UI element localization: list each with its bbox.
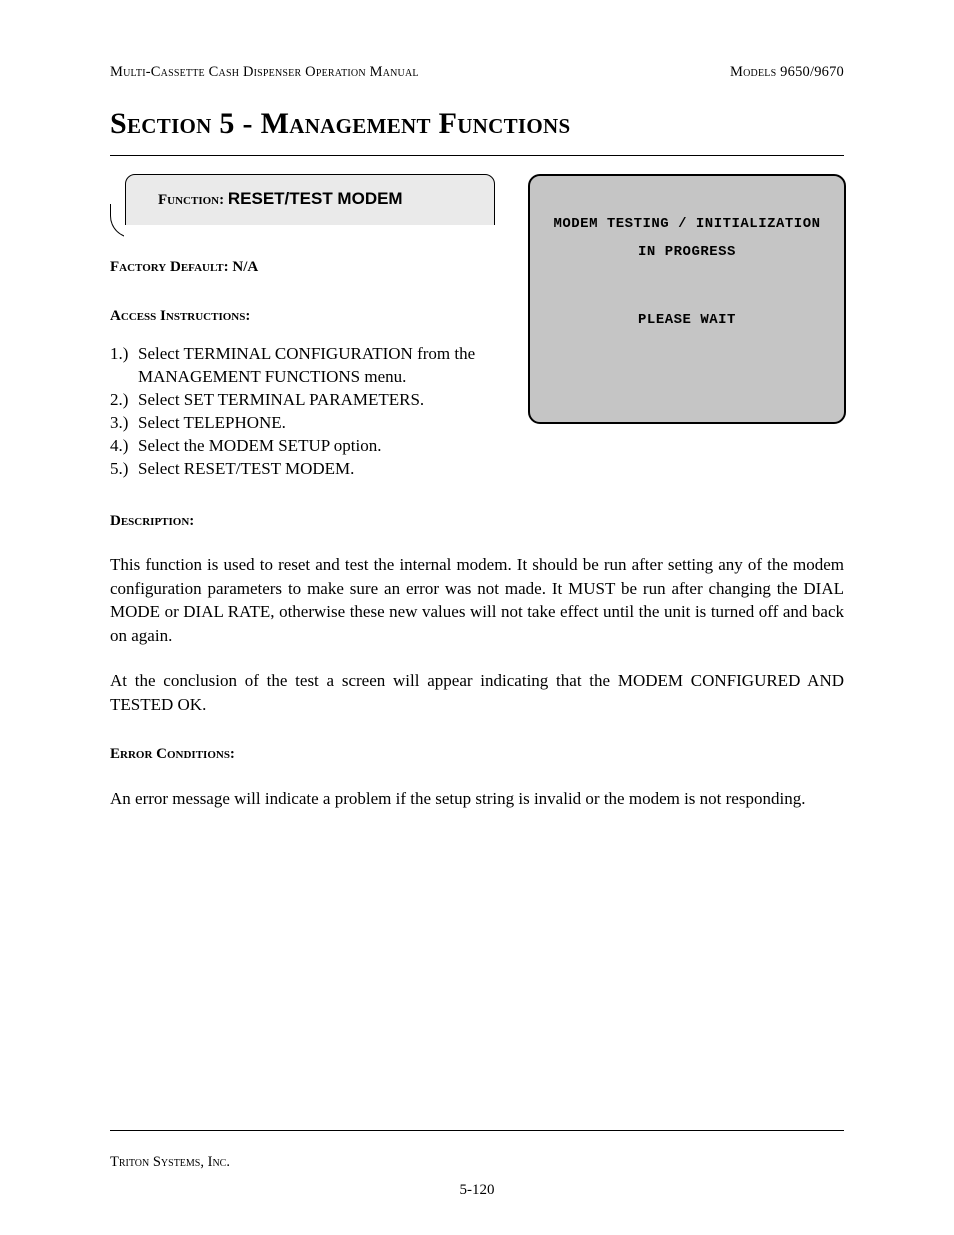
step-3: 3.) Select TELEPHONE. [110, 412, 518, 435]
step-1-num: 1.) [110, 343, 138, 389]
step-1: 1.) Select TERMINAL CONFIGURATION from t… [110, 343, 518, 389]
step-4-num: 4.) [110, 435, 138, 458]
function-title-box: Function: RESET/TEST MODEM [110, 174, 500, 234]
header-left: Multi-Cassette Cash Dispenser Operation … [110, 64, 419, 81]
step-3-num: 3.) [110, 412, 138, 435]
step-4-text: Select the MODEM SETUP option. [138, 435, 844, 458]
terminal-screen: MODEM TESTING / INITIALIZATION IN PROGRE… [528, 174, 846, 424]
screen-line-1: MODEM TESTING / INITIALIZATION [530, 216, 844, 232]
error-conditions-label: Error Conditions: [110, 744, 844, 765]
step-4: 4.) Select the MODEM SETUP option. [110, 435, 844, 458]
screen-line-2: IN PROGRESS [530, 244, 844, 260]
step-2-num: 2.) [110, 389, 138, 412]
step-5: 5.) Select RESET/TEST MODEM. [110, 458, 844, 481]
factory-default: Factory Default: N/A [110, 258, 518, 276]
footer-company: Triton Systems, Inc. [110, 1154, 230, 1171]
error-conditions-paragraph: An error message will indicate a problem… [110, 787, 844, 810]
page: Multi-Cassette Cash Dispenser Operation … [0, 0, 954, 1235]
full-width-area: 4.) Select the MODEM SETUP option. 5.) S… [110, 435, 844, 810]
footer-page-number: 5-120 [0, 1182, 954, 1199]
left-column: Factory Default: N/A Access Instructions… [110, 258, 518, 435]
section-title: Section 5 - Management Functions [110, 107, 844, 141]
factory-default-value: N/A [232, 259, 258, 275]
access-steps-cont: 4.) Select the MODEM SETUP option. 5.) S… [110, 435, 844, 481]
function-box-tail [110, 204, 495, 238]
step-1-text: Select TERMINAL CONFIGURATION from the M… [138, 343, 518, 389]
content-area: MODEM TESTING / INITIALIZATION IN PROGRE… [110, 174, 844, 810]
description-label: Description: [110, 511, 844, 532]
factory-default-label: Factory Default: [110, 259, 232, 275]
description-paragraph-1: This function is used to reset and test … [110, 553, 844, 647]
step-5-text: Select RESET/TEST MODEM. [138, 458, 844, 481]
title-rule [110, 155, 844, 156]
step-2: 2.) Select SET TERMINAL PARAMETERS. [110, 389, 518, 412]
access-instructions-label: Access Instructions: [110, 308, 518, 325]
running-header: Multi-Cassette Cash Dispenser Operation … [110, 64, 844, 81]
step-3-text: Select TELEPHONE. [138, 412, 518, 435]
screen-line-3: PLEASE WAIT [530, 312, 844, 328]
access-steps: 1.) Select TERMINAL CONFIGURATION from t… [110, 343, 518, 435]
header-right: Models 9650/9670 [730, 64, 844, 81]
step-2-text: Select SET TERMINAL PARAMETERS. [138, 389, 518, 412]
description-paragraph-2: At the conclusion of the test a screen w… [110, 669, 844, 716]
step-5-num: 5.) [110, 458, 138, 481]
footer-rule [110, 1130, 844, 1131]
